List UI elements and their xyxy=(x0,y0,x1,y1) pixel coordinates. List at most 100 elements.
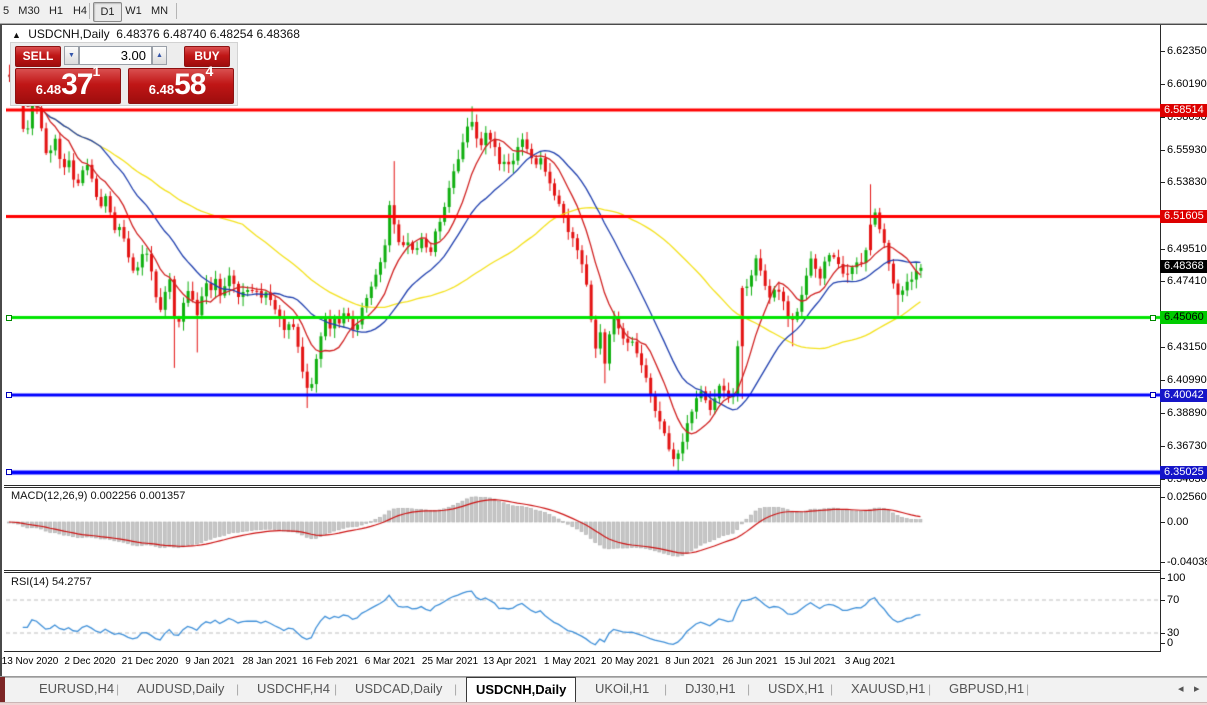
tab-audusd-daily[interactable]: AUDUSD,Daily xyxy=(128,677,233,701)
buy-price-big: 58 xyxy=(174,68,205,101)
hline-handle[interactable] xyxy=(1150,392,1156,398)
chart-collapse-icon[interactable]: ▲ xyxy=(12,30,21,40)
price-tick-dash xyxy=(1160,281,1165,282)
pane-separator xyxy=(4,572,1161,573)
date-label: 20 May 2021 xyxy=(601,656,659,667)
macd-tick-label: 0.00 xyxy=(1167,516,1188,528)
price-tick-label: 6.40990 xyxy=(1167,374,1207,386)
chart-low: 6.48254 xyxy=(210,27,253,41)
price-tick-dash xyxy=(1160,446,1165,447)
date-label: 16 Feb 2021 xyxy=(302,656,358,667)
rsi-value: 54.2757 xyxy=(52,576,92,588)
macd-tick-label: 0.025609 xyxy=(1167,491,1207,503)
tab-ukoil-h1[interactable]: UKOil,H1 xyxy=(586,677,658,701)
price-tick-dash xyxy=(1160,413,1165,414)
sell-price-button[interactable]: 6.48371 xyxy=(15,68,121,104)
tab-usdcad-daily[interactable]: USDCAD,Daily xyxy=(346,677,451,701)
hline-handle[interactable] xyxy=(6,392,12,398)
date-label: 1 May 2021 xyxy=(544,656,596,667)
tab-usdchf-h4[interactable]: USDCHF,H4 xyxy=(248,677,339,701)
buy-price-prefix: 6.48 xyxy=(149,82,174,97)
one-click-trade-panel: SELL ▼ ▲ BUY 6.48371 6.48584 xyxy=(10,42,238,106)
chart-close: 6.48368 xyxy=(256,27,299,41)
date-label: 13 Apr 2021 xyxy=(483,656,537,667)
price-tick-label: 6.55930 xyxy=(1167,144,1207,156)
tab-dj30-h1[interactable]: DJ30,H1 xyxy=(676,677,745,701)
tab-scroll-right-icon[interactable]: ▸ xyxy=(1194,682,1200,695)
date-label: 25 Mar 2021 xyxy=(422,656,478,667)
volume-decrease-button[interactable]: ▼ xyxy=(64,46,79,65)
timeframe-button-m30[interactable]: M30 xyxy=(14,2,44,20)
pane-separator[interactable] xyxy=(4,485,1161,486)
price-tick-dash xyxy=(1160,380,1165,381)
chart-high: 6.48740 xyxy=(163,27,206,41)
tab-separator: | xyxy=(928,677,931,701)
macd-tick-dash xyxy=(1160,497,1165,498)
date-label: 15 Jul 2021 xyxy=(784,656,836,667)
chart-open: 6.48376 xyxy=(116,27,159,41)
timeframe-toolbar xyxy=(0,0,1207,24)
tab-scroll-left-icon[interactable]: ◂ xyxy=(1178,682,1184,695)
timeframe-button-w1[interactable]: W1 xyxy=(121,2,146,20)
date-label: 13 Nov 2020 xyxy=(2,656,59,667)
timeframe-button-mn[interactable]: MN xyxy=(146,2,173,20)
tab-separator: | xyxy=(334,677,337,701)
rsi-chart-canvas[interactable] xyxy=(6,573,1160,650)
tab-separator: | xyxy=(747,677,750,701)
price-tick-dash xyxy=(1160,182,1165,183)
buy-price-sup: 4 xyxy=(205,63,213,79)
price-tick-label: 6.47410 xyxy=(1167,275,1207,287)
rsi-tick-dash xyxy=(1160,578,1165,579)
price-axis-line xyxy=(1160,25,1161,652)
rsi-tick-label: 100 xyxy=(1167,572,1185,584)
tab-gbpusd-h1[interactable]: GBPUSD,H1 xyxy=(940,677,1033,701)
tab-separator: | xyxy=(664,677,667,701)
tab-usdx-h1[interactable]: USDX,H1 xyxy=(759,677,833,701)
price-badge-6.58514: 6.58514 xyxy=(1160,104,1207,117)
price-tick-dash xyxy=(1160,117,1165,118)
price-badge-6.35025: 6.35025 xyxy=(1160,466,1207,479)
price-tick-dash xyxy=(1160,150,1165,151)
price-tick-label: 6.53830 xyxy=(1167,176,1207,188)
volume-input[interactable] xyxy=(79,46,152,65)
macd-tick-label: -0.04038 xyxy=(1167,556,1207,568)
tab-xauusd-h1[interactable]: XAUUSD,H1 xyxy=(842,677,934,701)
price-tick-dash xyxy=(1160,249,1165,250)
date-label: 28 Jan 2021 xyxy=(242,656,297,667)
buy-price-button[interactable]: 6.48584 xyxy=(128,68,234,104)
price-tick-dash xyxy=(1160,479,1165,480)
rsi-tick-dash xyxy=(1160,643,1165,644)
macd-tick-dash xyxy=(1160,522,1165,523)
timeframe-button-d1[interactable]: D1 xyxy=(93,2,122,22)
sell-price-big: 37 xyxy=(61,68,92,101)
tab-usdcnh-daily[interactable]: USDCNH,Daily xyxy=(466,677,576,702)
price-tick-label: 6.49510 xyxy=(1167,243,1207,255)
timeframe-button-h1[interactable]: H1 xyxy=(44,2,68,20)
tabbar-accent xyxy=(0,677,5,702)
toolbar-separator xyxy=(176,3,177,19)
price-tick-label: 6.43150 xyxy=(1167,341,1207,353)
rsi-tick-label: 0 xyxy=(1167,637,1173,649)
price-tick-dash xyxy=(1160,347,1165,348)
tab-eurusd-h4[interactable]: EURUSD,H4 xyxy=(30,677,123,701)
date-label: 2 Dec 2020 xyxy=(64,656,115,667)
price-badge-6.51605: 6.51605 xyxy=(1160,210,1207,223)
tab-separator: | xyxy=(830,677,833,701)
volume-increase-button[interactable]: ▲ xyxy=(152,46,167,65)
price-badge-6.45060: 6.45060 xyxy=(1160,311,1207,324)
date-label: 21 Dec 2020 xyxy=(122,656,179,667)
macd-value-signal: 0.001357 xyxy=(139,490,185,502)
chart-symbol: USDCNH,Daily xyxy=(28,27,109,41)
timeframe-button-5[interactable]: 5 xyxy=(1,2,11,20)
chart-title: ▲ USDCNH,Daily 6.48376 6.48740 6.48254 6… xyxy=(12,27,300,41)
macd-tick-dash xyxy=(1160,562,1165,563)
hline-handle[interactable] xyxy=(1150,315,1156,321)
price-tick-label: 6.60190 xyxy=(1167,78,1207,90)
pane-separator[interactable] xyxy=(4,570,1161,571)
date-label: 3 Aug 2021 xyxy=(845,656,896,667)
sell-price-prefix: 6.48 xyxy=(36,82,61,97)
hline-handle[interactable] xyxy=(6,469,12,475)
rsi-tick-dash xyxy=(1160,600,1165,601)
sell-price-sup: 1 xyxy=(92,63,100,79)
hline-handle[interactable] xyxy=(6,315,12,321)
